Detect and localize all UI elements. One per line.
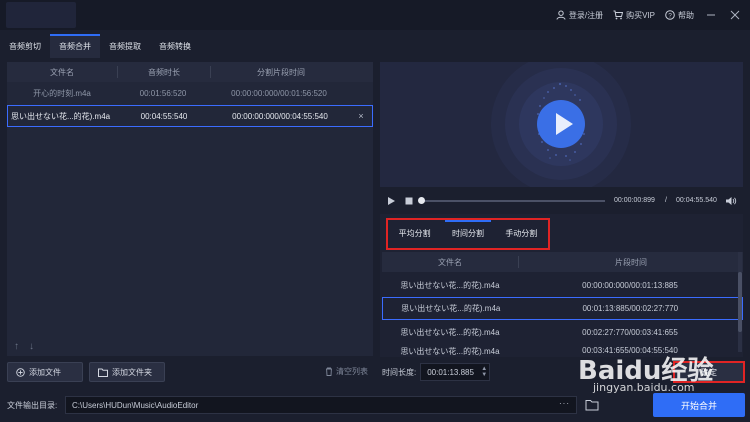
reorder-controls: ↑ ↓ (14, 341, 34, 352)
preview-area (380, 54, 743, 194)
file-list-panel: 文件名 音频时长 分割片段时间 开心的时刻.m4a 00:01:56:520 0… (7, 62, 373, 356)
start-merge-button[interactable]: 开始合并 (653, 393, 745, 417)
add-file-label: 添加文件 (29, 367, 61, 377)
tab-audio-merge[interactable]: 音频合并 (50, 34, 100, 58)
playback-progress-knob[interactable] (418, 197, 425, 204)
close-icon (730, 10, 740, 20)
tab-time-split[interactable]: 时间分割 (441, 220, 494, 248)
segment-file-name: 思い出せない花...的花).m4a (400, 280, 500, 290)
svg-text:?: ? (668, 12, 672, 19)
login-label: 登录/注册 (568, 10, 604, 20)
tab-average-split[interactable]: 平均分割 (388, 220, 441, 248)
help-button[interactable]: ? 帮助 (665, 10, 694, 21)
user-icon (556, 10, 566, 20)
minimize-button[interactable] (704, 8, 718, 22)
folder-icon (98, 368, 108, 377)
file-segment: 00:00:00:000/00:04:55:540 (232, 111, 328, 121)
file-duration: 00:01:56:520 (139, 89, 187, 98)
stepper-arrows-icon[interactable]: ▲ ▼ (481, 366, 487, 378)
segment-row-selected[interactable]: 思い出せない花...的花).m4a 00:01:13:885/00:02:27:… (382, 297, 743, 320)
title-bar: 登录/注册 购买VIP ? 帮助 (0, 0, 750, 30)
clear-list-button[interactable]: 清空列表 (325, 366, 368, 377)
file-segment: 00:00:00:000/00:01:56:520 (231, 89, 327, 98)
segment-file-name: 思い出せない花...的花).m4a (401, 304, 501, 313)
column-segment-time: 分割片段时间 (257, 67, 305, 77)
file-row[interactable]: 开心的时刻.m4a 00:01:56:520 00:00:00:000/00:0… (7, 82, 373, 105)
add-folder-label: 添加文件夹 (112, 367, 152, 377)
segment-list-header: 文件名 片段时间 (382, 252, 743, 272)
output-path-field[interactable]: C:\Users\HUDun\Music\AudioEditor ··· (65, 396, 577, 414)
music-disc-illustration (491, 54, 631, 194)
volume-icon[interactable] (725, 196, 737, 206)
tab-manual-split[interactable]: 手动分割 (495, 220, 548, 248)
file-name: 思い出せない花...的花).m4a (11, 111, 111, 121)
split-mode-tabs: 平均分割 时间分割 手动分割 (386, 218, 550, 250)
clear-list-label: 清空列表 (336, 367, 368, 376)
output-directory-label: 文件输出目录: (7, 400, 58, 410)
stop-icon[interactable] (405, 197, 413, 205)
time-separator: / (665, 197, 667, 204)
file-duration: 00:04:55:540 (140, 111, 188, 121)
segment-time: 00:02:27:770/00:03:41:655 (582, 327, 678, 337)
vip-label: 购买VIP (626, 10, 655, 20)
segment-file-name: 思い出せない花...的花).m4a (400, 347, 500, 356)
close-window-button[interactable] (728, 8, 742, 22)
play-icon[interactable] (386, 196, 396, 206)
tab-audio-cut[interactable]: 音频剪切 (0, 34, 50, 58)
app-logo (6, 2, 76, 28)
time-length-input[interactable]: 00:01:13.885 ▲ ▼ (420, 363, 491, 381)
title-actions: 登录/注册 购买VIP ? 帮助 (556, 0, 742, 30)
segment-list-scrollbar[interactable] (738, 252, 742, 352)
playback-progress-bar[interactable] (420, 200, 605, 202)
buy-vip-button[interactable]: 购买VIP (613, 10, 655, 21)
segment-time: 00:00:00:000/00:01:13:885 (582, 280, 678, 290)
total-time: 00:04:55.540 (676, 197, 717, 204)
time-length-label: 时间长度: (382, 367, 417, 377)
add-folder-button[interactable]: 添加文件夹 (89, 362, 165, 382)
output-path-value: C:\Users\HUDun\Music\AudioEditor (72, 400, 199, 410)
watermark-url: jingyan.baidu.com (593, 381, 695, 394)
move-up-button[interactable]: ↑ (14, 341, 19, 352)
segment-list: 思い出せない花...的花).m4a 00:00:00:000/00:01:13:… (382, 273, 743, 356)
scrollbar-thumb[interactable] (738, 272, 742, 332)
file-list-header: 文件名 音频时长 分割片段时间 (7, 62, 373, 82)
help-icon: ? (665, 10, 675, 20)
segment-row[interactable]: 思い出せない花...的花).m4a 00:00:00:000/00:01:13:… (382, 273, 743, 297)
segment-time: 00:01:13:885/00:02:27:770 (582, 304, 679, 313)
tab-audio-extract[interactable]: 音频提取 (100, 34, 150, 58)
help-label: 帮助 (678, 10, 694, 20)
tab-audio-convert[interactable]: 音频转换 (150, 34, 200, 58)
segment-file-name: 思い出せない花...的花).m4a (400, 327, 500, 337)
add-file-button[interactable]: 添加文件 (7, 362, 83, 382)
cart-icon (613, 10, 624, 20)
move-down-button[interactable]: ↓ (29, 341, 34, 352)
column-segment-time: 片段时间 (615, 257, 647, 267)
time-length-row: 时间长度: 00:01:13.885 ▲ ▼ (382, 362, 491, 382)
output-directory-row: 文件输出目录: C:\Users\HUDun\Music\AudioEditor… (7, 395, 599, 415)
plus-circle-icon (16, 367, 25, 377)
column-filename: 文件名 (438, 257, 462, 267)
segment-row[interactable]: 思い出せない花...的花).m4a 00:02:27:770/00:03:41:… (382, 320, 743, 344)
open-folder-icon[interactable] (585, 399, 599, 411)
time-length-value: 00:01:13.885 (427, 367, 474, 377)
current-time: 00:00:00:899 (614, 197, 655, 204)
login-button[interactable]: 登录/注册 (556, 10, 603, 21)
file-row-selected[interactable]: 思い出せない花...的花).m4a 00:04:55:540 00:00:00:… (7, 105, 373, 127)
browse-more-button[interactable]: ··· (559, 399, 570, 408)
remove-file-button[interactable]: × (350, 111, 372, 121)
column-filename: 文件名 (50, 67, 74, 77)
mode-tabs: 音频剪切 音频合并 音频提取 音频转换 (0, 34, 200, 58)
file-name: 开心的时刻.m4a (33, 89, 91, 98)
minimize-icon (707, 14, 715, 16)
trash-icon (326, 367, 332, 376)
column-duration: 音频时长 (148, 67, 180, 77)
